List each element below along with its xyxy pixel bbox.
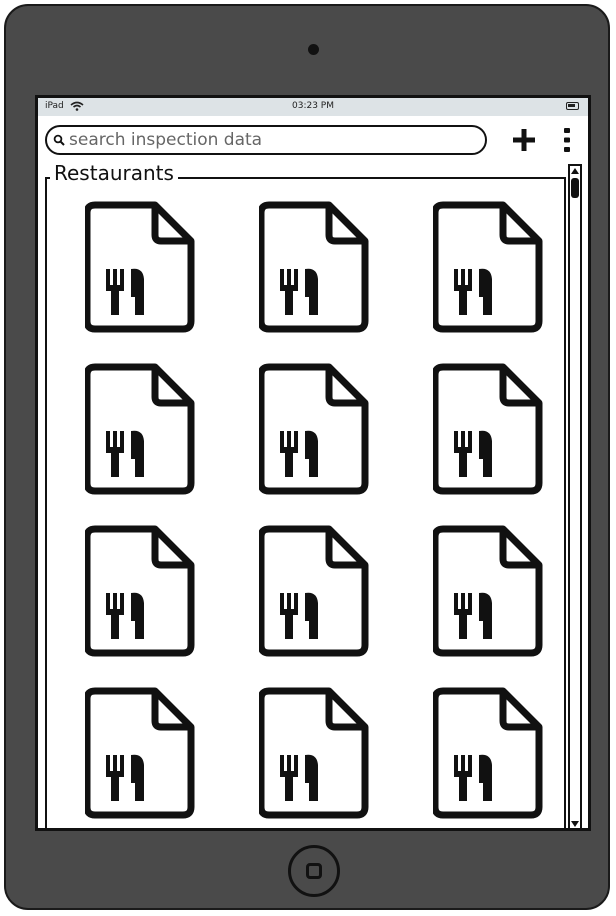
restaurant-document-icon [259,363,369,495]
restaurant-document-icon [433,363,543,495]
restaurant-tile[interactable] [232,363,406,525]
restaurant-tile[interactable] [232,525,406,687]
search-input[interactable] [69,130,469,150]
restaurant-document-icon [259,201,369,333]
restaurant-grid [58,201,566,828]
restaurant-document-icon [433,201,543,333]
scroll-up-arrow-icon[interactable] [571,168,579,174]
camera-dot [308,44,319,55]
restaurant-document-icon [85,201,195,333]
status-time: 03:23 PM [292,101,334,111]
status-bar: iPad 03:23 PM [38,98,588,116]
restaurant-document-icon [85,363,195,495]
restaurant-tile[interactable] [58,687,232,828]
restaurant-document-icon [85,525,195,657]
restaurant-tile[interactable] [58,363,232,525]
panel-title: Restaurants [50,160,178,186]
ipad-frame: iPad 03:23 PM search inspection data Res… [4,4,610,910]
screen: iPad 03:23 PM search inspection data Res… [35,95,591,831]
scroll-thumb[interactable] [571,178,579,198]
restaurant-document-icon [433,687,543,819]
battery-icon [566,102,579,110]
search-icon [53,134,65,146]
restaurant-tile[interactable] [406,525,580,687]
restaurant-tile[interactable] [406,687,580,828]
home-button[interactable] [288,845,340,897]
restaurant-tile[interactable] [406,363,580,525]
restaurant-document-icon [433,525,543,657]
restaurant-tile[interactable] [58,201,232,363]
home-square-icon [306,863,322,879]
add-button[interactable] [510,126,538,154]
vertical-dots-icon [564,128,570,152]
restaurant-document-icon [259,687,369,819]
restaurant-document-icon [259,525,369,657]
restaurant-document-icon [85,687,195,819]
restaurant-tile[interactable] [58,525,232,687]
restaurant-tile[interactable] [232,687,406,828]
plus-icon [513,129,535,151]
more-options-button[interactable] [557,126,577,154]
restaurant-tile[interactable] [406,201,580,363]
restaurant-tile[interactable] [232,201,406,363]
search-bar[interactable] [45,125,487,155]
